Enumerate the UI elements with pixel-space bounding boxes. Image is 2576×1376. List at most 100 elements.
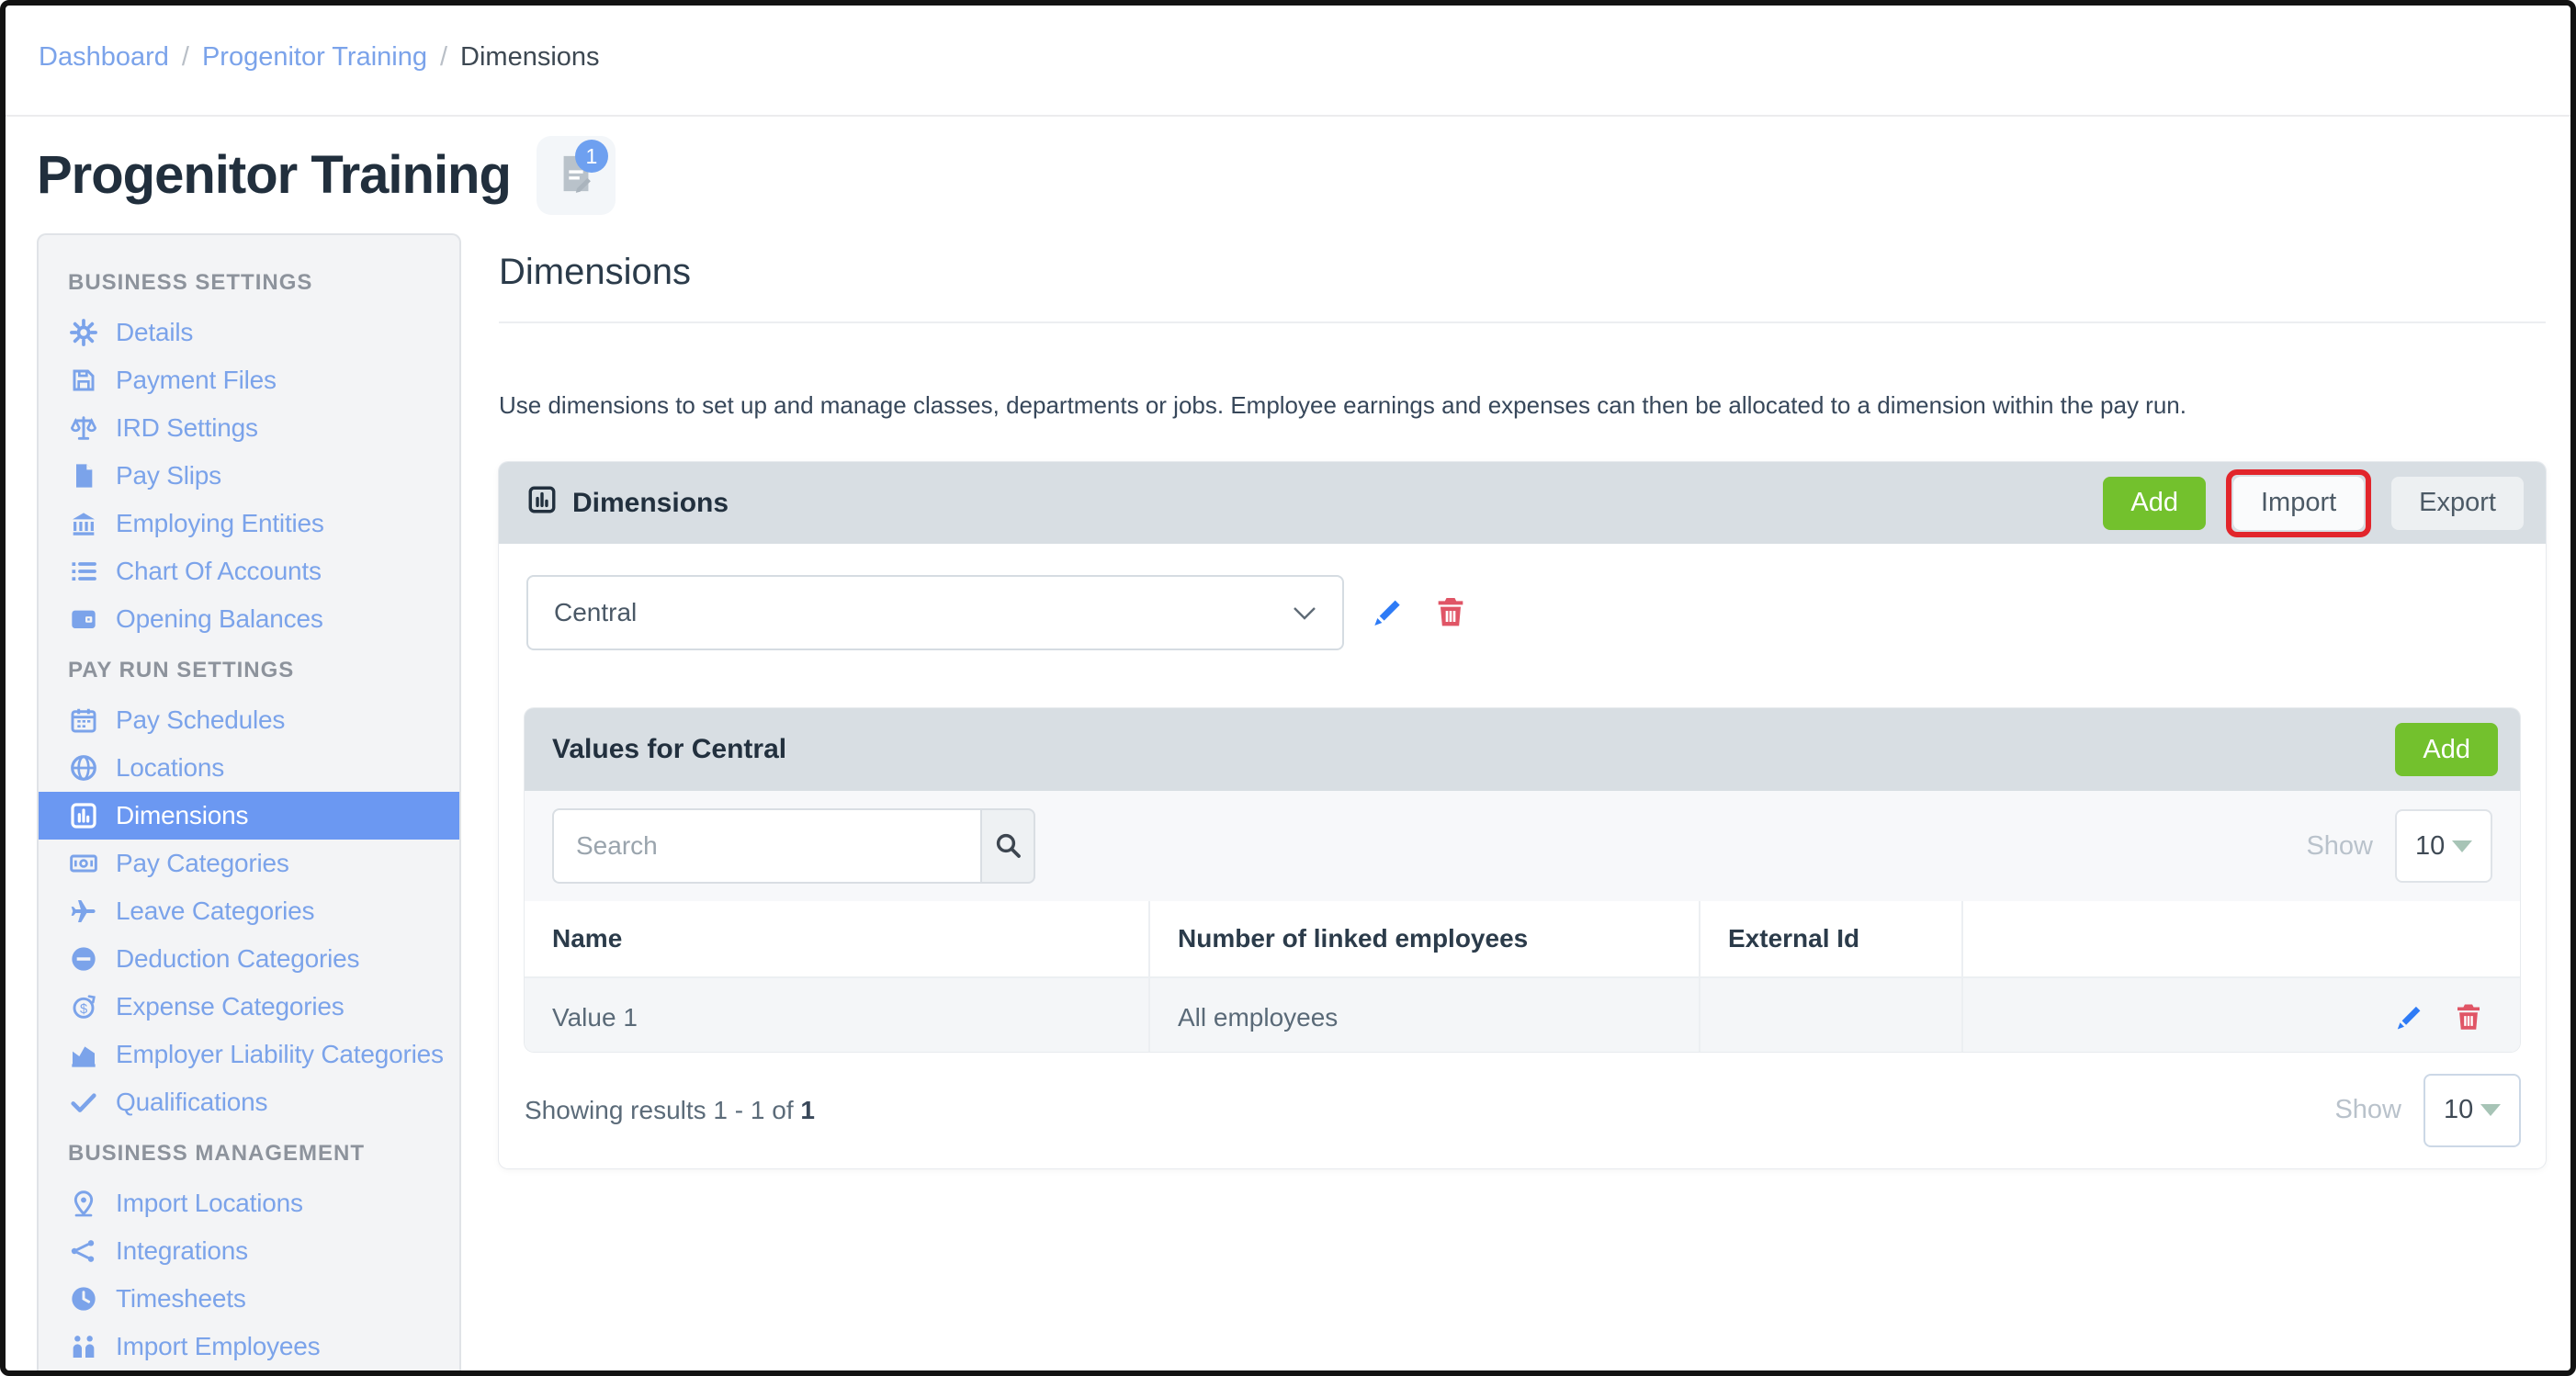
sidebar-item-leave-categories[interactable]: Leave Categories [39,887,459,935]
wallet-icon [68,603,99,635]
floppy-disk-icon [68,365,99,396]
import-button[interactable]: Import [2232,476,2365,530]
calendar-icon [68,705,99,736]
page-size-value: 10 [2415,830,2446,861]
sidebar-item-label: Integrations [116,1236,248,1265]
sidebar-item-label: Pay Slips [116,461,221,490]
sidebar-item-label: Payment Files [116,366,277,394]
sidebar-item-pay-categories[interactable]: Pay Categories [39,840,459,887]
dimensions-panel: Dimensions Add Import Export Central Val… [499,462,2546,1168]
caret-down-icon [2480,1104,2501,1116]
header-divider [6,115,2570,117]
trash-icon [1432,593,1469,633]
sidebar-item-label: IRD Settings [116,413,258,442]
bank-icon [68,508,99,539]
sidebar-section-business-management: BUSINESS MANAGEMENT [68,1141,366,1166]
clock-icon [68,1283,99,1314]
pencil-icon [2393,1000,2426,1036]
sidebar-item-label: Deduction Categories [116,944,360,973]
import-button-highlight-annotation: Import [2225,468,2372,537]
sidebar-section-business-settings: BUSINESS SETTINGS [68,270,313,295]
sidebar-item-expense-categories[interactable]: $ Expense Categories [39,983,459,1031]
sidebar-item-employing-entities[interactable]: Employing Entities [39,500,459,547]
sidebar-item-label: Import Locations [116,1189,303,1217]
sidebar-item-label: Employing Entities [116,509,324,537]
sidebar-item-ird-settings[interactable]: IRD Settings [39,404,459,452]
delete-dimension-button[interactable] [1432,593,1469,633]
edit-value-button[interactable] [2393,1000,2426,1036]
sidebar-section-pay-run-settings: PAY RUN SETTINGS [68,658,295,682]
sidebar-item-dimensions[interactable]: Dimensions [39,792,459,840]
results-summary: Showing results 1 - 1 of 1 [525,1095,815,1124]
column-header-external-id: External Id [1700,901,1963,976]
search-button[interactable] [980,808,1035,884]
list-icon [68,556,99,587]
sidebar-item-pay-schedules[interactable]: Pay Schedules [39,696,459,744]
export-button[interactable]: Export [2391,476,2524,530]
add-dimension-button[interactable]: Add [2103,476,2206,530]
sidebar-item-label: Timesheets [116,1284,246,1313]
edit-dimension-button[interactable] [1370,593,1407,633]
file-icon [68,460,99,491]
branch-icon [68,1235,99,1267]
sidebar-item-import-locations[interactable]: Import Locations [39,1179,459,1227]
search-icon [993,830,1022,863]
linked-employees-cell: All employees [1150,978,1700,1052]
dimension-select[interactable]: Central [526,575,1344,650]
delete-value-button[interactable] [2452,1000,2485,1036]
breadcrumb-current: Dimensions [460,42,600,72]
scales-icon [68,412,99,444]
breadcrumb-progenitor-training[interactable]: Progenitor Training [202,42,427,73]
sidebar-item-opening-balances[interactable]: Opening Balances [39,595,459,643]
values-panel: Values for Central Add Show 10 [525,708,2520,1052]
sidebar-item-label: Pay Schedules [116,705,286,734]
breadcrumb-separator: / [181,42,189,72]
add-value-button[interactable]: Add [2395,723,2498,776]
sidebar-item-timesheets[interactable]: Timesheets [39,1275,459,1323]
search-input[interactable] [552,808,980,884]
sidebar-item-payment-files[interactable]: Payment Files [39,356,459,404]
pencil-icon [1370,593,1407,633]
values-panel-header: Values for Central Add [525,708,2520,791]
show-label: Show [2306,830,2373,861]
sidebar-item-employer-liability-categories[interactable]: Employer Liability Categories [39,1031,459,1078]
sidebar-item-chart-of-accounts[interactable]: Chart Of Accounts [39,547,459,595]
notes-button[interactable]: 1 [536,136,616,215]
area-chart-icon [68,1039,99,1070]
sidebar-item-label: Details [116,318,194,346]
sidebar-item-import-employees[interactable]: Import Employees [39,1323,459,1370]
sidebar-item-locations[interactable]: Locations [39,744,459,792]
external-id-cell [1700,978,1963,1052]
sidebar-item-label: Dimensions [116,801,249,829]
globe-icon [68,752,99,784]
column-header-linked-employees: Number of linked employees [1150,901,1700,976]
sidebar-item-label: Locations [116,753,225,782]
sidebar-item-label: Leave Categories [116,897,315,925]
value-name-cell: Value 1 [525,978,1150,1052]
svg-text:$: $ [80,1002,87,1017]
sidebar-item-pay-slips[interactable]: Pay Slips [39,452,459,500]
sidebar-item-qualifications[interactable]: Qualifications [39,1078,459,1126]
page-section-heading: Dimensions [499,252,691,292]
sidebar-item-integrations[interactable]: Integrations [39,1227,459,1275]
footer-page-size-select[interactable]: 10 [2423,1073,2521,1147]
sidebar-item-label: Pay Categories [116,849,289,877]
check-icon [68,1087,99,1118]
sidebar-item-label: Qualifications [116,1088,268,1116]
sidebar-item-details[interactable]: Details [39,309,459,356]
sidebar-item-deduction-categories[interactable]: Deduction Categories [39,935,459,983]
plane-icon [68,896,99,927]
breadcrumb-separator: / [439,42,448,72]
page-size-select[interactable]: 10 [2395,809,2492,883]
sidebar-item-label: Expense Categories [116,992,345,1021]
gear-icon [68,317,99,348]
minus-circle-icon [68,943,99,975]
dimensions-panel-header: Dimensions Add Import Export [499,462,2546,544]
sidebar-item-label: Employer Liability Categories [116,1040,444,1068]
bar-chart-icon [526,484,558,523]
notes-count-badge: 1 [574,140,608,173]
show-label: Show [2334,1095,2401,1124]
breadcrumb-dashboard[interactable]: Dashboard [39,42,169,73]
trash-icon [2452,1000,2485,1036]
table-row: Value 1 All employees [525,976,2520,1052]
